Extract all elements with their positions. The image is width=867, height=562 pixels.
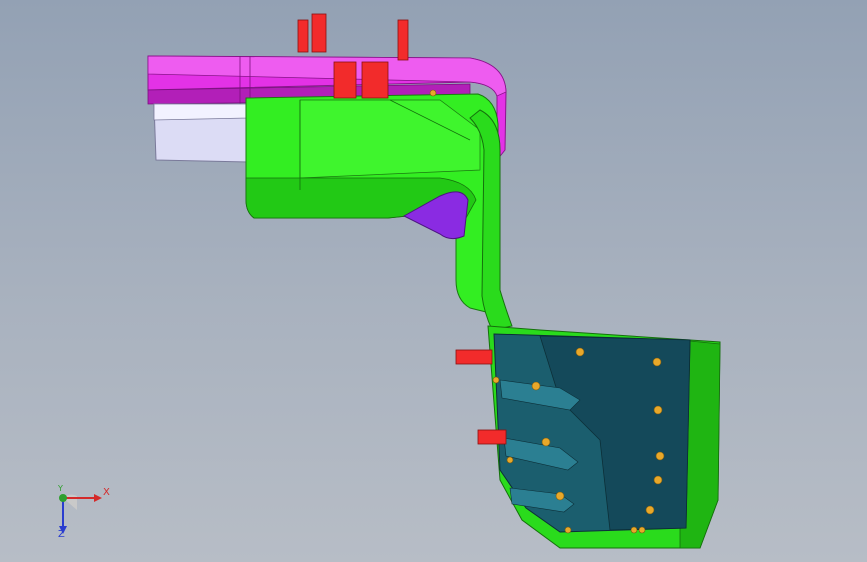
x-axis-label: X: [103, 487, 110, 498]
z-axis-label: Z: [58, 529, 65, 540]
y-axis-label: Y: [58, 484, 63, 493]
view-triad[interactable]: X Y Z: [44, 482, 114, 542]
cad-model-view[interactable]: [0, 0, 867, 562]
lavender-side-block[interactable]: [153, 103, 249, 163]
cad-viewport[interactable]: X Y Z: [0, 0, 867, 562]
